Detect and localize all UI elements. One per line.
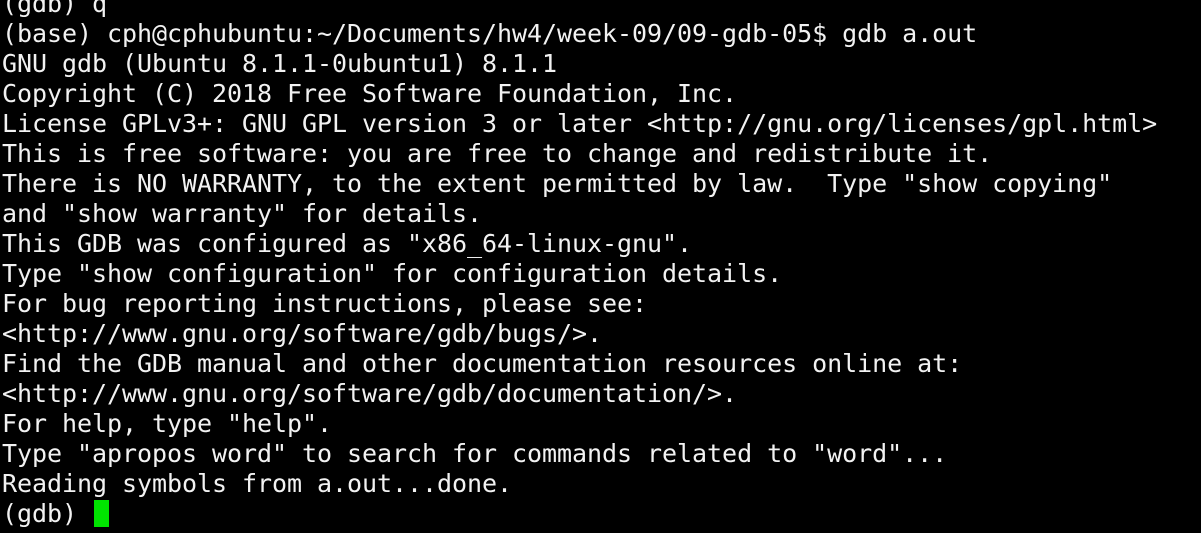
shell-command: gdb a.out — [842, 19, 978, 48]
output-line: This GDB was configured as "x86_64-linux… — [2, 229, 693, 258]
output-line: GNU gdb (Ubuntu 8.1.1-0ubuntu1) 8.1.1 — [2, 49, 558, 78]
output-line: This is free software: you are free to c… — [2, 139, 993, 168]
terminal-window[interactable]: (gdb) q (base) cph@cphubuntu:~/Documents… — [0, 0, 1201, 533]
output-line: For bug reporting instructions, please s… — [2, 289, 648, 318]
output-line: For help, type "help". — [2, 409, 333, 438]
output-line: Type "show configuration" for configurat… — [2, 259, 783, 288]
output-line: Find the GDB manual and other documentat… — [2, 349, 963, 378]
output-line: License GPLv3+: GNU GPL version 3 or lat… — [2, 109, 1158, 138]
output-line: There is NO WARRANTY, to the extent perm… — [2, 169, 1113, 198]
output-line: Type "apropos word" to search for comman… — [2, 439, 948, 468]
shell-prompt: (base) cph@cphubuntu:~/Documents/hw4/wee… — [2, 19, 843, 48]
output-line: Copyright (C) 2018 Free Software Foundat… — [2, 79, 738, 108]
clipped-previous-line: (gdb) q — [2, 0, 108, 18]
output-line: Reading symbols from a.out...done. — [2, 469, 513, 498]
output-line: <http://www.gnu.org/software/gdb/documen… — [2, 379, 738, 408]
shell-command-line: (base) cph@cphubuntu:~/Documents/hw4/wee… — [0, 19, 1201, 49]
gdb-prompt: (gdb) — [2, 499, 93, 528]
output-line: and "show warranty" for details. — [2, 199, 483, 228]
gdb-startup-output: GNU gdb (Ubuntu 8.1.1-0ubuntu1) 8.1.1 Cop… — [0, 49, 1201, 499]
gdb-input-line[interactable]: (gdb) — [0, 499, 1201, 529]
output-line: <http://www.gnu.org/software/gdb/bugs/>. — [2, 319, 603, 348]
text-cursor — [94, 500, 110, 527]
